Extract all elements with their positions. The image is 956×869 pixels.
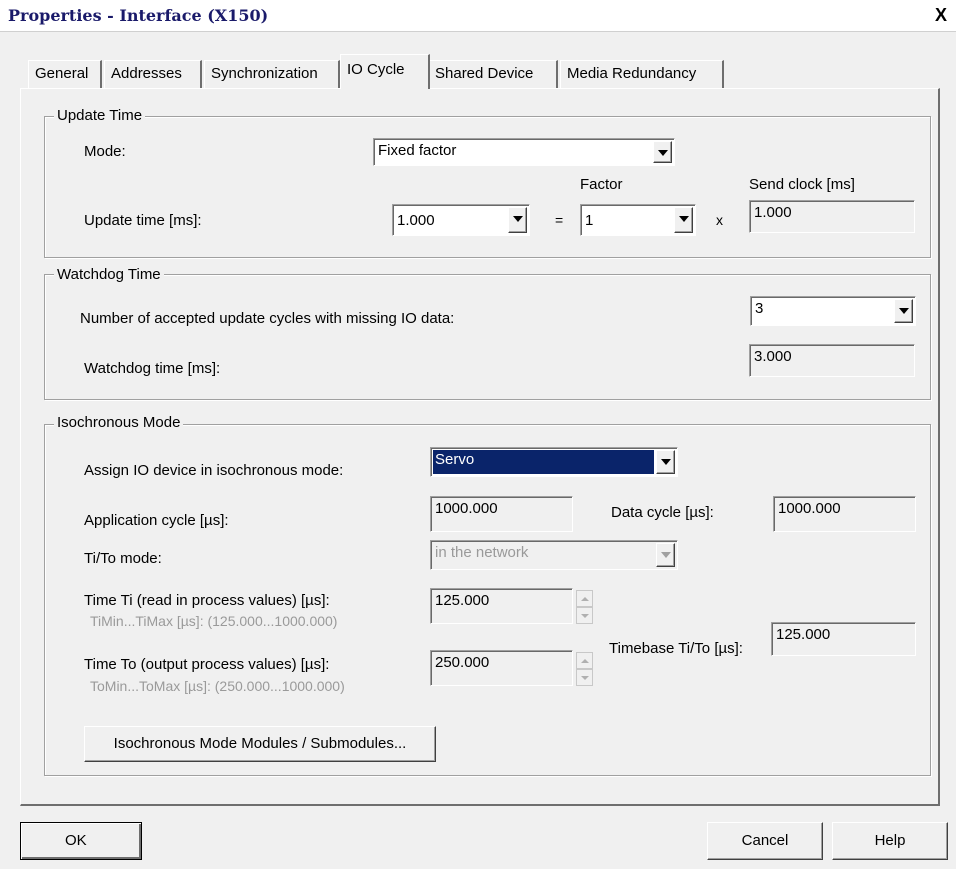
tab-general[interactable]: General	[28, 60, 102, 88]
isochronous-modules-button[interactable]: Isochronous Mode Modules / Submodules...	[84, 726, 436, 762]
chevron-down-icon[interactable]	[508, 207, 527, 233]
factor-select[interactable]: 1	[580, 204, 696, 236]
watchdog-time-field: 3.000	[749, 344, 915, 377]
tito-mode-value: in the network	[435, 544, 529, 561]
time-to-field[interactable]: 250.000	[430, 650, 573, 686]
ti-spin-up-icon[interactable]	[576, 590, 593, 607]
ti-range-label: TiMin...TiMax [µs]: (125.000...1000.000)	[90, 613, 338, 629]
watchdog-legend: Watchdog Time	[54, 266, 164, 283]
tab-media-redundancy[interactable]: Media Redundancy	[560, 60, 724, 88]
time-to-label: Time To (output process values) [µs]:	[84, 656, 330, 673]
close-icon[interactable]: X	[930, 2, 952, 28]
factor-select-value: 1	[585, 212, 594, 229]
update-time-label: Update time [ms]:	[84, 212, 202, 229]
tito-mode-label: Ti/To mode:	[84, 550, 162, 567]
chevron-down-icon[interactable]	[656, 543, 675, 567]
tab-addresses[interactable]: Addresses	[104, 60, 202, 88]
ti-spin-down-icon[interactable]	[576, 607, 593, 624]
assign-io-select[interactable]: Servo	[430, 447, 678, 477]
update-time-select[interactable]: 1.000	[392, 204, 530, 236]
tab-shared-device[interactable]: Shared Device	[428, 60, 558, 88]
time-ti-field[interactable]: 125.000	[430, 588, 573, 624]
factor-header: Factor	[580, 176, 623, 193]
data-cycle-label: Data cycle [µs]:	[611, 504, 714, 521]
timebase-field: 125.000	[771, 622, 916, 656]
ok-button[interactable]: OK	[20, 822, 142, 860]
data-cycle-field: 1000.000	[773, 496, 916, 532]
accepted-cycles-value: 3	[755, 300, 764, 317]
to-range-label: ToMin...ToMax [µs]: (250.000...1000.000)	[90, 678, 345, 694]
assign-io-value: Servo	[435, 451, 475, 468]
chevron-down-icon[interactable]	[674, 207, 693, 233]
application-cycle-label: Application cycle [µs]:	[84, 512, 229, 529]
chevron-down-icon[interactable]	[894, 299, 913, 323]
mode-label: Mode:	[84, 143, 126, 160]
to-spin-up-icon[interactable]	[576, 652, 593, 669]
timebase-label: Timebase Ti/To [µs]:	[609, 640, 743, 657]
watchdog-time-label: Watchdog time [ms]:	[84, 360, 221, 377]
chevron-down-icon[interactable]	[656, 450, 675, 474]
mode-select[interactable]: Fixed factor	[373, 138, 675, 166]
application-cycle-field: 1000.000	[430, 496, 573, 532]
send-clock-field: 1.000	[749, 200, 915, 233]
tito-mode-select[interactable]: in the network	[430, 540, 678, 570]
isochronous-legend: Isochronous Mode	[54, 414, 184, 431]
tab-synchronization[interactable]: Synchronization	[204, 60, 340, 88]
send-clock-header: Send clock [ms]	[749, 176, 855, 193]
accepted-cycles-select[interactable]: 3	[750, 296, 916, 326]
watchdog-group	[44, 274, 931, 400]
window-title: Properties - Interface (X150)	[8, 6, 269, 25]
time-ti-label: Time Ti (read in process values) [µs]:	[84, 592, 330, 609]
update-time-legend: Update Time	[54, 107, 146, 124]
to-spin-down-icon[interactable]	[576, 669, 593, 686]
times-sign: x	[716, 212, 723, 228]
equals-sign: =	[555, 212, 564, 228]
tab-io-cycle[interactable]: IO Cycle	[340, 54, 430, 89]
mode-select-value: Fixed factor	[378, 142, 457, 159]
assign-io-label: Assign IO device in isochronous mode:	[84, 462, 344, 479]
cancel-button[interactable]: Cancel	[707, 822, 823, 860]
update-time-select-value: 1.000	[397, 212, 435, 229]
accepted-cycles-label: Number of accepted update cycles with mi…	[80, 310, 455, 327]
chevron-down-icon[interactable]	[653, 141, 672, 163]
help-button[interactable]: Help	[832, 822, 948, 860]
